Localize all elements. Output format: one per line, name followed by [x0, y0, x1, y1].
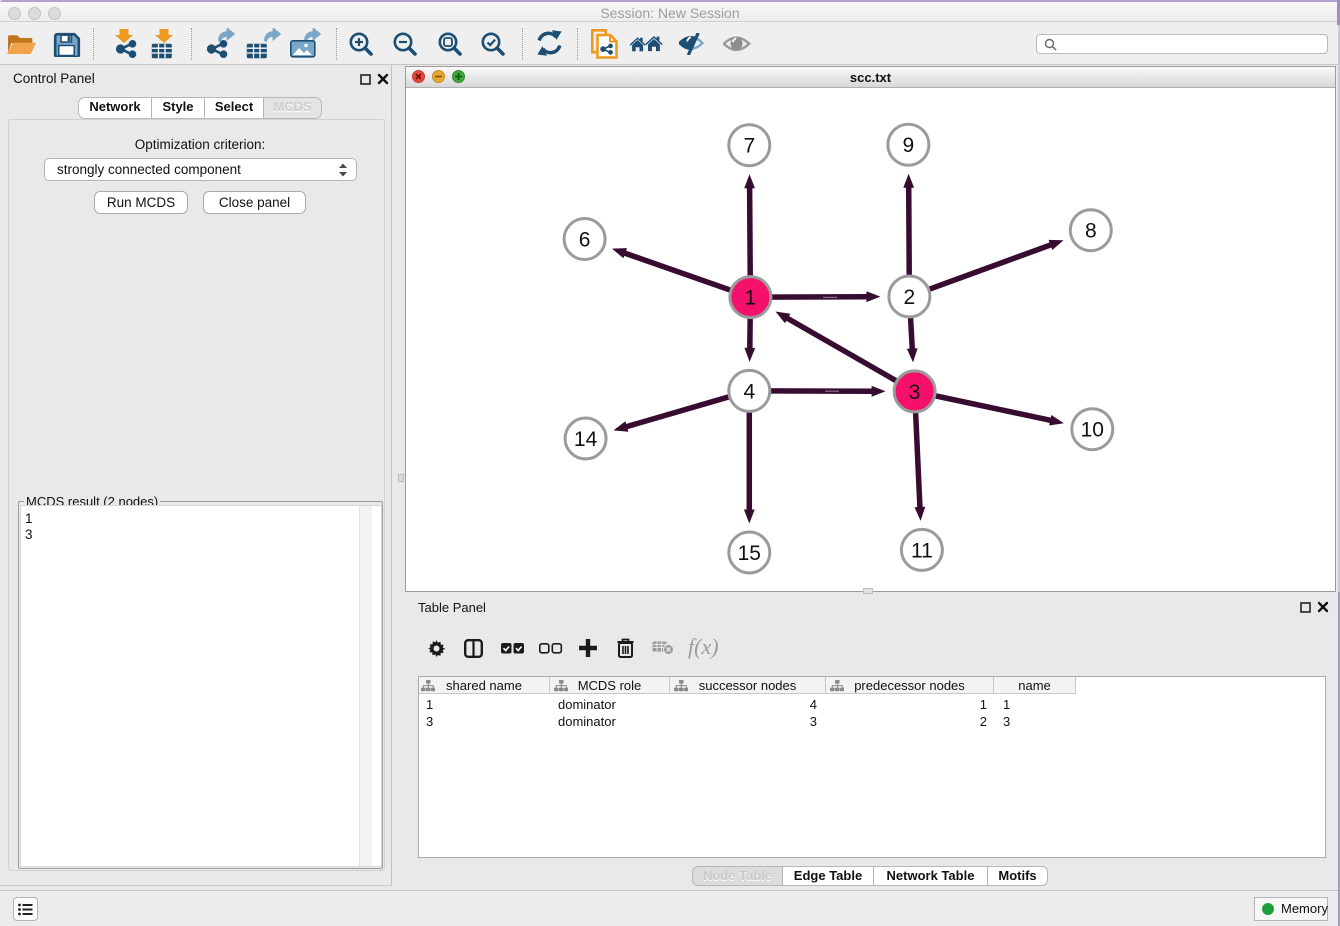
svg-text:7: 7 — [743, 135, 755, 158]
svg-text:9: 9 — [903, 134, 915, 157]
svg-text:14: 14 — [574, 428, 598, 451]
svg-text:15: 15 — [738, 542, 761, 565]
svg-text:6: 6 — [579, 229, 591, 252]
svg-text:4: 4 — [743, 380, 755, 403]
svg-text:3: 3 — [909, 381, 921, 404]
svg-text:1: 1 — [745, 287, 757, 310]
svg-text:10: 10 — [1081, 419, 1104, 442]
svg-text:8: 8 — [1085, 220, 1097, 243]
svg-text:11: 11 — [911, 539, 933, 562]
svg-text:2: 2 — [904, 286, 916, 309]
